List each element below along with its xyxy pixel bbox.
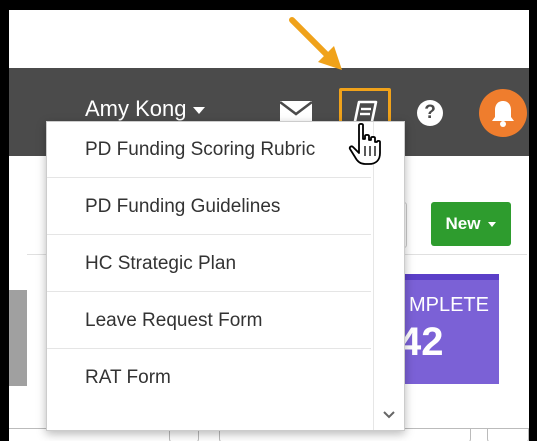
app-window: New MPLETE 42 Amy Kong ? PD Funding Scor… xyxy=(9,10,529,441)
new-button-label: New xyxy=(445,214,481,233)
caret-down-icon xyxy=(192,106,205,114)
stat-value: 42 xyxy=(399,320,444,364)
user-name: Amy Kong xyxy=(85,96,187,121)
new-button[interactable]: New xyxy=(431,202,511,246)
side-panel xyxy=(9,290,27,386)
question-icon[interactable]: ? xyxy=(417,100,443,126)
notifications-button[interactable] xyxy=(479,89,527,137)
stat-label: MPLETE xyxy=(408,294,489,316)
dropdown-item[interactable]: Leave Request Form xyxy=(47,293,371,349)
arrow-annotation-icon xyxy=(289,17,342,70)
resources-dropdown: PD Funding Scoring Rubric PD Funding Gui… xyxy=(46,121,405,431)
dropdown-scrollbar[interactable] xyxy=(373,122,404,430)
caret-down-icon xyxy=(488,221,497,227)
dropdown-item[interactable]: PD Funding Scoring Rubric xyxy=(47,122,371,178)
pointer-cursor-icon xyxy=(348,122,381,165)
dropdown-list: PD Funding Scoring Rubric PD Funding Gui… xyxy=(47,122,371,430)
bell-icon xyxy=(492,101,514,127)
dropdown-item[interactable]: HC Strategic Plan xyxy=(47,236,371,292)
bottom-field[interactable] xyxy=(487,429,529,441)
dropdown-item[interactable]: RAT Form xyxy=(47,350,371,406)
user-menu[interactable]: Amy Kong xyxy=(85,96,205,122)
chevron-down-icon[interactable] xyxy=(382,410,396,420)
dropdown-item[interactable]: PD Funding Guidelines xyxy=(47,179,371,235)
